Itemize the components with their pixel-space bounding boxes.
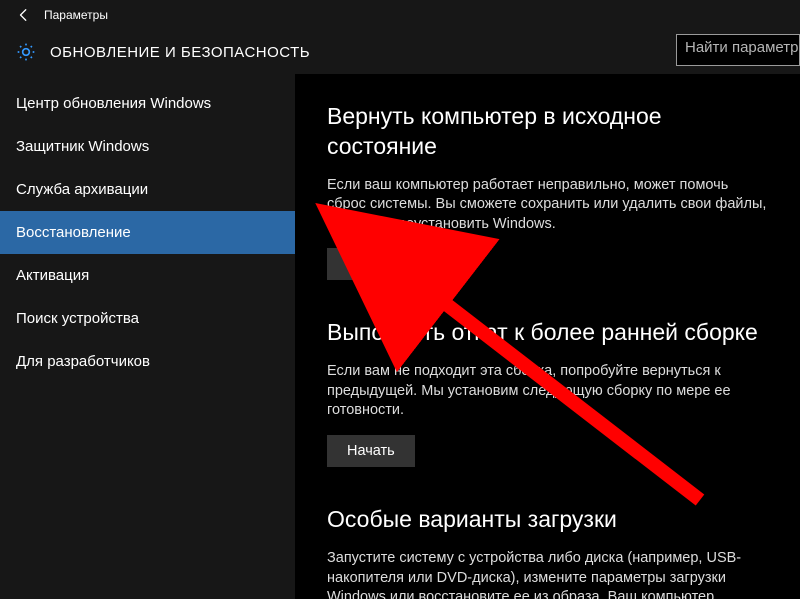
section-description: Если вам не подходит эта сборка, попробу… xyxy=(327,362,767,421)
sidebar-item-label: Защитник Windows xyxy=(16,138,149,155)
sidebar-item-defender[interactable]: Защитник Windows xyxy=(0,125,295,168)
section-rollback: Выполнить откат к более ранней сборке Ес… xyxy=(327,318,776,467)
gear-icon xyxy=(16,42,36,62)
sidebar-item-label: Служба архивации xyxy=(16,181,148,198)
sidebar-item-label: Активация xyxy=(16,267,89,284)
section-title: Вернуть компьютер в исходное состояние xyxy=(327,102,776,162)
sidebar-item-label: Для разработчиков xyxy=(16,353,150,370)
search-input[interactable] xyxy=(685,39,800,56)
section-title: Особые варианты загрузки xyxy=(327,505,776,535)
page-header: ОБНОВЛЕНИЕ И БЕЗОПАСНОСТЬ xyxy=(0,30,800,74)
section-description: Запустите систему с устройства либо диск… xyxy=(327,549,767,599)
section-description: Если ваш компьютер работает неправильно,… xyxy=(327,176,767,235)
page-title: ОБНОВЛЕНИЕ И БЕЗОПАСНОСТЬ xyxy=(50,44,310,61)
content-area: Вернуть компьютер в исходное состояние Е… xyxy=(295,74,800,599)
sidebar-item-recovery[interactable]: Восстановление xyxy=(0,211,295,254)
sidebar-item-find-device[interactable]: Поиск устройства xyxy=(0,297,295,340)
section-title: Выполнить откат к более ранней сборке xyxy=(327,318,776,348)
section-reset-pc: Вернуть компьютер в исходное состояние Е… xyxy=(327,102,776,280)
title-bar: Параметры xyxy=(0,0,800,30)
sidebar-item-activation[interactable]: Активация xyxy=(0,254,295,297)
search-box[interactable] xyxy=(676,34,800,66)
sidebar-item-label: Центр обновления Windows xyxy=(16,95,211,112)
back-button[interactable] xyxy=(10,1,38,29)
sidebar-item-label: Поиск устройства xyxy=(16,310,139,327)
section-advanced-startup: Особые варианты загрузки Запустите систе… xyxy=(327,505,776,599)
back-arrow-icon xyxy=(17,8,31,22)
rollback-start-button[interactable]: Начать xyxy=(327,435,415,467)
sidebar-item-developers[interactable]: Для разработчиков xyxy=(0,340,295,383)
sidebar-item-backup[interactable]: Служба архивации xyxy=(0,168,295,211)
reset-start-button[interactable]: Начать xyxy=(327,248,415,280)
sidebar-item-label: Восстановление xyxy=(16,224,131,241)
window-title: Параметры xyxy=(44,8,108,22)
sidebar-item-windows-update[interactable]: Центр обновления Windows xyxy=(0,82,295,125)
sidebar: Центр обновления Windows Защитник Window… xyxy=(0,74,295,599)
